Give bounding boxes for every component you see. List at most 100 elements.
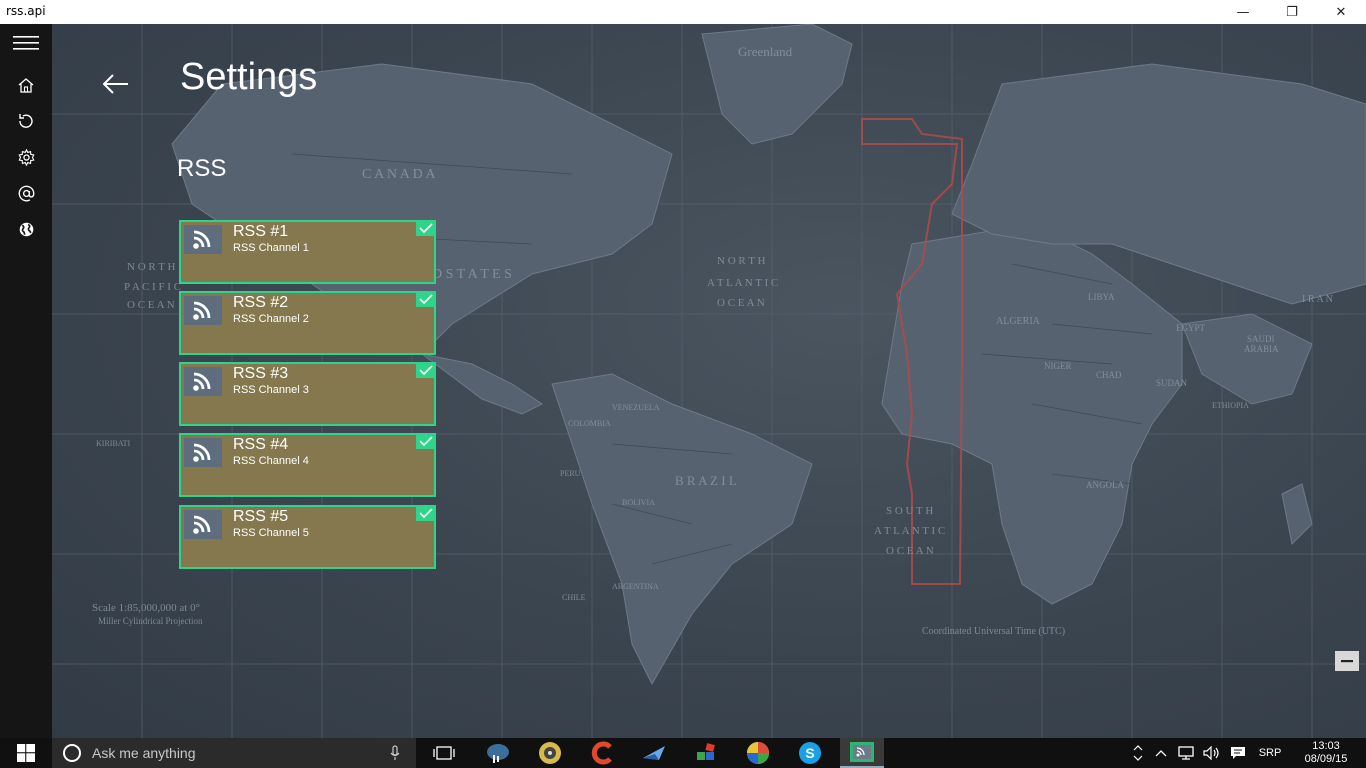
task-view-icon (433, 746, 455, 760)
gear-icon (17, 148, 35, 166)
sidebar-item-contact[interactable] (0, 176, 52, 210)
chevron-down-icon (1133, 755, 1143, 761)
back-arrow-icon (102, 74, 128, 94)
start-button[interactable] (0, 738, 52, 768)
page-title: Settings (180, 56, 318, 98)
refresh-icon (19, 114, 33, 128)
sidebar-item-home[interactable] (0, 68, 52, 102)
taskbar-app-ccleaner[interactable] (580, 738, 624, 768)
at-sign-icon (18, 185, 34, 201)
checkmark-icon[interactable] (416, 505, 436, 521)
rss-icon (184, 510, 222, 539)
map-label-north-atlantic-3: O C E A N (717, 297, 765, 309)
blocks-app-icon (697, 743, 715, 760)
feed-name: RSS #3 (233, 365, 289, 382)
minimize-button[interactable]: — (1220, 0, 1266, 24)
checkmark-icon[interactable] (416, 291, 436, 307)
feed-name: RSS #2 (233, 294, 289, 311)
taskbar-app-blocks[interactable] (684, 738, 728, 768)
rss-feed-tile[interactable]: RSS #4 RSS Channel 4 (179, 433, 436, 497)
clock[interactable]: 13:03 08/09/15 (1296, 740, 1356, 766)
map-label-angola: ANGOLA (1086, 480, 1124, 490)
speaker-icon (1203, 746, 1219, 760)
back-button[interactable] (100, 70, 132, 98)
search-box[interactable]: Ask me anything (52, 738, 416, 768)
map-label-saudi: SAUDI (1247, 334, 1275, 344)
map-label-south-atlantic-3: O C E A N (886, 545, 934, 557)
caret-up-icon (1155, 750, 1167, 757)
globe-icon (19, 222, 33, 236)
feed-name: RSS #4 (233, 436, 289, 453)
rss-feed-tile[interactable]: RSS #1 RSS Channel 1 (179, 220, 436, 284)
window-title: rss.api (6, 4, 46, 18)
ccleaner-app-icon (591, 741, 612, 765)
input-language-button[interactable]: SRP (1254, 738, 1286, 768)
taskbar-app-dvd[interactable] (528, 738, 572, 768)
svg-text:S: S (805, 745, 814, 761)
rss-feed-tile[interactable]: RSS #5 RSS Channel 5 (179, 505, 436, 569)
maximize-button[interactable]: ❐ (1269, 0, 1315, 24)
map-label-north-pacific-3: O C E A N (127, 299, 175, 311)
map-label-north-atlantic-2: A T L A N T I C (707, 277, 778, 289)
checkmark-icon[interactable] (416, 220, 436, 236)
sidebar-item-settings[interactable] (0, 140, 52, 174)
map-label-niger: NIGER (1044, 361, 1072, 371)
skype-app-icon: S (799, 742, 821, 764)
map-label-kiribati: KIRIBATI (96, 439, 131, 448)
taskbar-app-elephant[interactable] (476, 738, 520, 768)
checkmark-icon[interactable] (416, 433, 436, 449)
feed-channel: RSS Channel 2 (233, 313, 309, 325)
collapse-button[interactable] (1335, 651, 1359, 671)
map-label-north-pacific-2: P A C I F I C (124, 281, 181, 293)
map-label-united-states: D S T A T E S (432, 267, 512, 282)
show-hidden-icons-button[interactable] (1150, 738, 1172, 768)
taskbar: Ask me anything S SRP 13:03 08/09/15 (0, 738, 1366, 768)
app-window: Greenland C A N A D A D S T A T E S N O … (0, 24, 1366, 738)
microphone-icon[interactable] (390, 745, 400, 761)
taskbar-app-plane[interactable] (632, 738, 676, 768)
windows-logo-icon (17, 744, 35, 762)
map-label-south-atlantic-1: S O U T H (886, 505, 933, 517)
taskbar-app-skype[interactable]: S (788, 738, 832, 768)
picasa-app-icon (747, 742, 769, 764)
sidebar-item-globe[interactable] (0, 212, 52, 246)
main-content: Greenland C A N A D A D S T A T E S N O … (52, 24, 1366, 738)
dvd-app-icon (539, 742, 561, 764)
feed-channel: RSS Channel 1 (233, 242, 309, 254)
sidebar (0, 24, 52, 738)
map-label-peru: PERU (560, 469, 581, 478)
sidebar-item-refresh[interactable] (0, 104, 52, 138)
map-label-venezuela: VENEZUELA (612, 403, 660, 412)
taskbar-scroll-control[interactable] (1128, 738, 1148, 768)
rss-icon (184, 225, 222, 254)
feed-name: RSS #1 (233, 223, 289, 240)
map-scale-label: Scale 1:85,000,000 at 0° (92, 602, 200, 614)
taskbar-app-rss[interactable] (840, 738, 884, 768)
network-button[interactable] (1174, 738, 1198, 768)
rss-feed-tile[interactable]: RSS #2 RSS Channel 2 (179, 291, 436, 355)
map-label-brazil: B R A Z I L (675, 473, 737, 488)
map-label-chad: CHAD (1096, 370, 1122, 380)
close-button[interactable]: ✕ (1318, 0, 1364, 24)
search-placeholder: Ask me anything (92, 745, 196, 761)
home-icon (18, 77, 34, 93)
hamburger-menu-button[interactable] (0, 26, 52, 60)
map-label-north-atlantic-1: N O R T H (717, 255, 766, 267)
map-label-colombia: COLOMBIA (568, 419, 611, 428)
clock-time: 13:03 (1312, 740, 1340, 752)
task-view-button[interactable] (422, 738, 466, 768)
map-label-algeria: ALGERIA (996, 316, 1041, 327)
clock-date: 08/09/15 (1304, 753, 1348, 765)
network-icon (1178, 746, 1194, 760)
action-center-button[interactable] (1226, 738, 1250, 768)
rss-icon (184, 367, 222, 396)
rss-icon (184, 438, 222, 467)
map-label-north-pacific-1: N O R T H (127, 261, 176, 273)
volume-button[interactable] (1200, 738, 1224, 768)
feed-channel: RSS Channel 4 (233, 455, 309, 467)
map-label-chile: CHILE (562, 593, 586, 602)
rss-feed-tile[interactable]: RSS #3 RSS Channel 3 (179, 362, 436, 426)
checkmark-icon[interactable] (416, 362, 436, 378)
map-label-egypt: EGYPT (1176, 323, 1206, 333)
taskbar-app-picasa[interactable] (736, 738, 780, 768)
